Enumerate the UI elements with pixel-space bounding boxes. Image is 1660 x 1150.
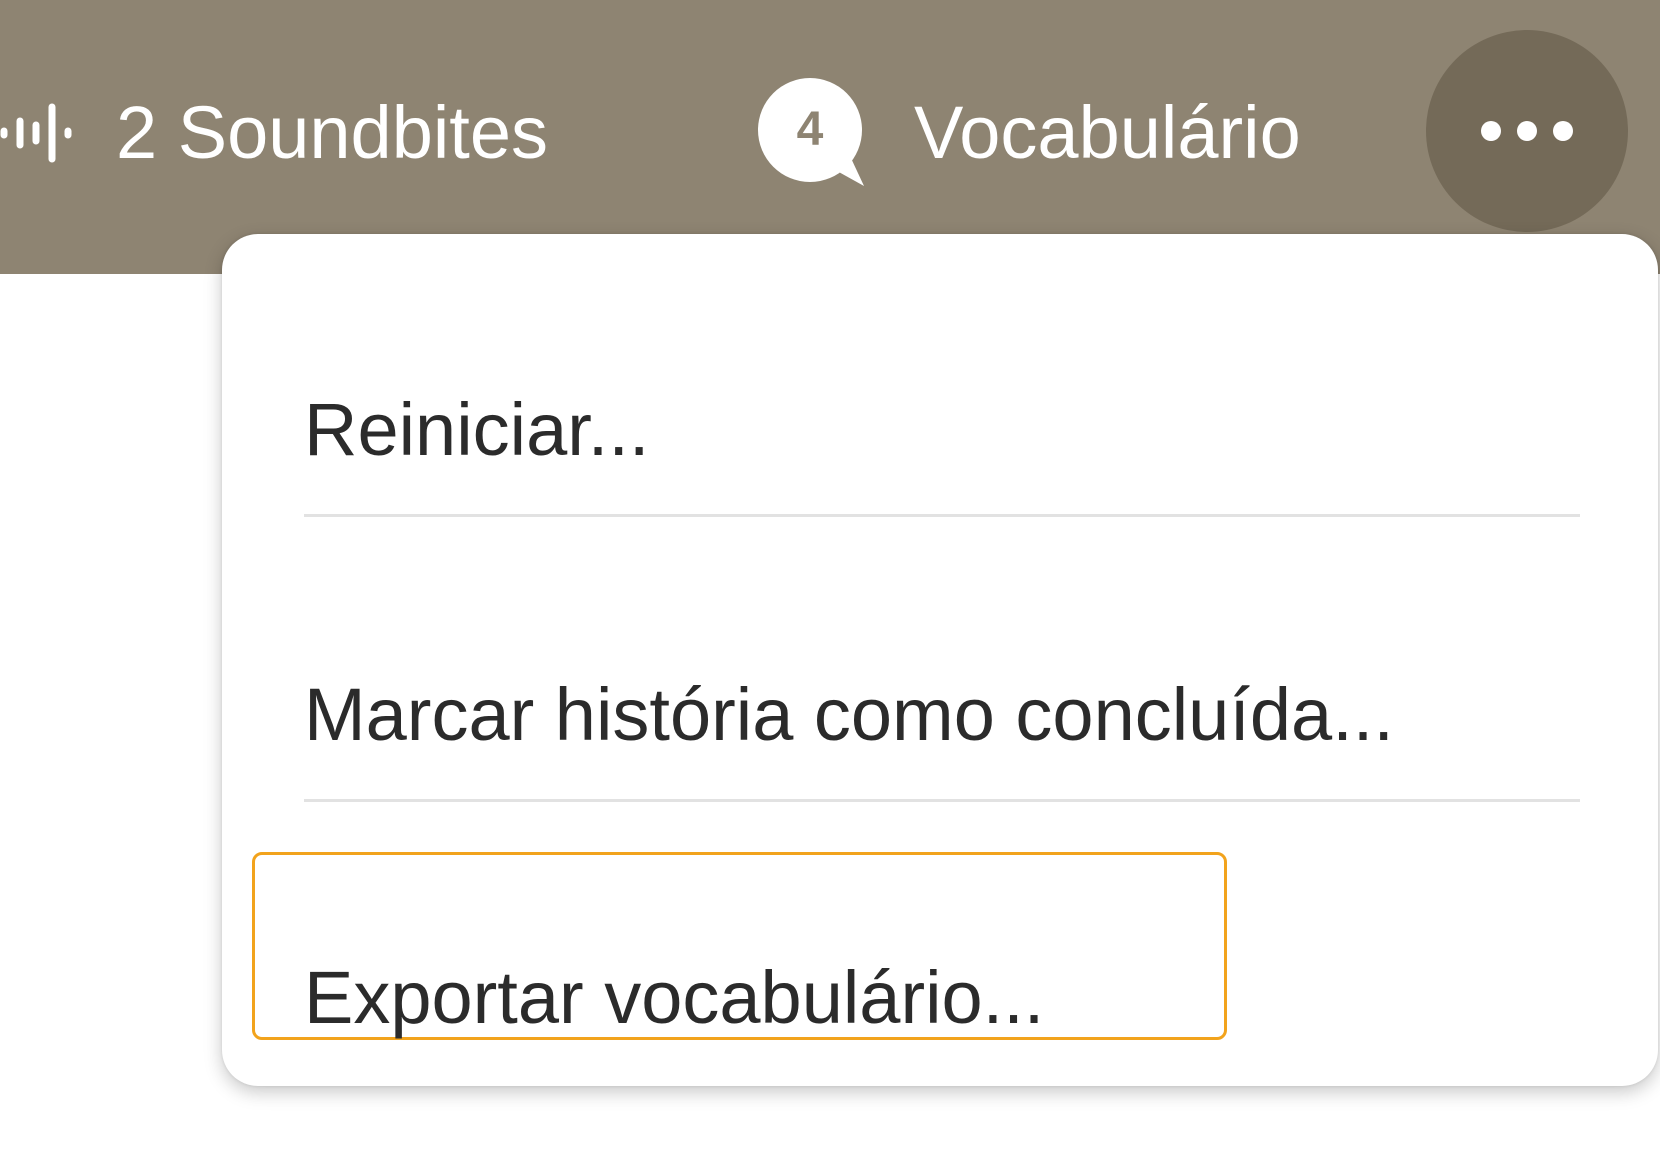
soundbites-button[interactable]: 2 Soundbites [0, 78, 548, 188]
more-options-button[interactable] [1426, 30, 1628, 232]
vocabulary-count: 4 [796, 103, 824, 156]
options-dropdown-menu: Reiniciar... Marcar história como conclu… [222, 234, 1658, 1086]
menu-divider [304, 514, 1580, 517]
story-header-bar: 2 Soundbites 4 Vocabulário [0, 0, 1660, 274]
menu-item-mark-story-complete[interactable]: Marcar história como concluída... [304, 639, 1394, 789]
vocabulary-count-badge: 4 [758, 78, 868, 188]
vocabulary-label: Vocabulário [914, 91, 1301, 174]
menu-divider [304, 799, 1580, 802]
waveform-icon [0, 103, 116, 163]
soundbites-label: 2 Soundbites [116, 91, 549, 174]
more-horizontal-icon [1481, 121, 1573, 141]
menu-item-restart[interactable]: Reiniciar... [304, 354, 649, 504]
vocabulary-button[interactable]: 4 Vocabulário [758, 78, 1301, 188]
menu-item-export-vocabulary[interactable]: Exportar vocabulário... [304, 922, 1044, 1072]
app-page: 2 Soundbites 4 Vocabulário Reiniciar... … [0, 0, 1660, 1150]
